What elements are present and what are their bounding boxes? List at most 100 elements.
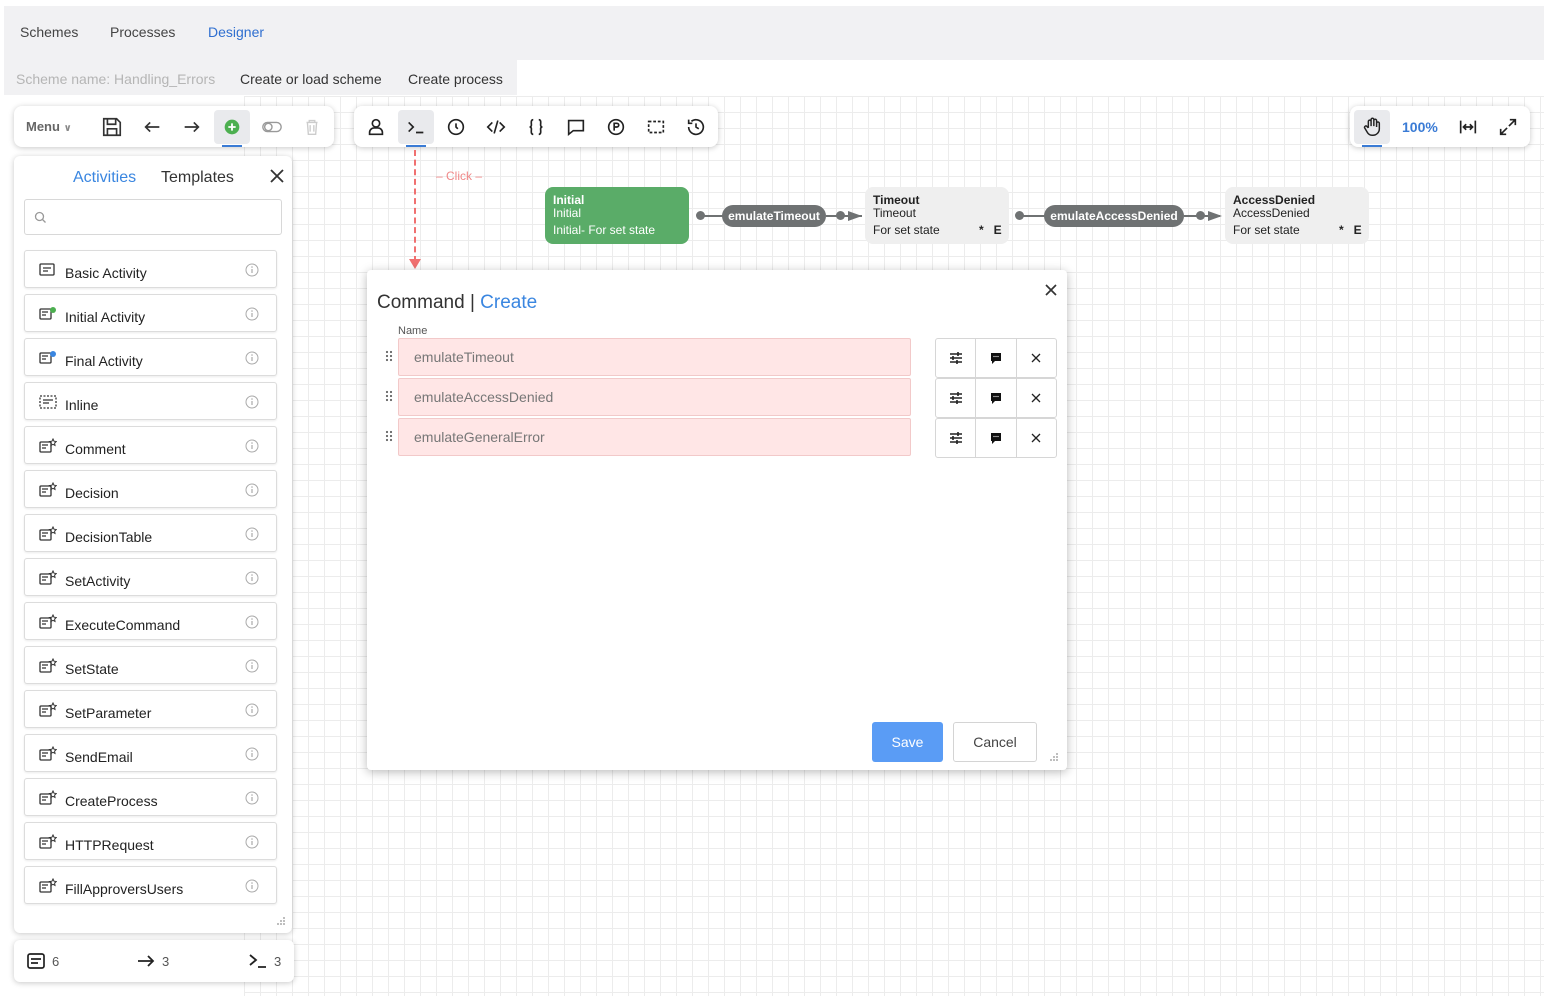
drag-handle-icon[interactable]: [385, 430, 393, 444]
drag-handle-icon[interactable]: [385, 350, 393, 364]
info-icon[interactable]: [245, 395, 259, 409]
state-timeout[interactable]: Timeout Timeout For set state * E: [865, 187, 1009, 244]
command-settings-button[interactable]: [936, 419, 977, 457]
scheme-name-label: Scheme name: Handling_Errors: [16, 71, 216, 87]
activity-item[interactable]: SetActivity: [24, 558, 277, 596]
info-icon[interactable]: [245, 439, 259, 453]
command-comment-button[interactable]: [976, 339, 1017, 377]
state-initial[interactable]: Initial Initial Initial- For set state: [545, 187, 689, 244]
command-name-input[interactable]: [398, 378, 911, 416]
code-icon: [486, 120, 506, 134]
transition-emulate-access-denied[interactable]: emulateAccessDenied: [1044, 205, 1184, 227]
activity-item[interactable]: DecisionTable: [24, 514, 277, 552]
comments-button[interactable]: [558, 110, 594, 144]
activity-item[interactable]: Initial Activity: [24, 294, 277, 332]
command-delete-button[interactable]: [1017, 379, 1056, 417]
activity-item[interactable]: SendEmail: [24, 734, 277, 772]
fit-width-button[interactable]: [1450, 110, 1486, 144]
tab-activities[interactable]: Activities: [73, 169, 136, 187]
selection-button[interactable]: [638, 110, 674, 144]
save-scheme-button[interactable]: [94, 110, 130, 144]
activity-item[interactable]: ExecuteCommand: [24, 602, 277, 640]
process-parameters-button[interactable]: [598, 110, 634, 144]
command-name-input[interactable]: [398, 338, 911, 376]
fullscreen-button[interactable]: [1490, 110, 1526, 144]
activity-item-label: HTTPRequest: [65, 837, 154, 853]
info-icon[interactable]: [245, 879, 259, 893]
command-delete-button[interactable]: [1017, 419, 1056, 457]
info-icon[interactable]: [245, 571, 259, 585]
redo-button[interactable]: [174, 110, 210, 144]
nav-tab-processes[interactable]: Processes: [110, 24, 175, 40]
info-icon[interactable]: [245, 747, 259, 761]
transition-mid-dot: [836, 211, 845, 220]
info-icon[interactable]: [245, 483, 259, 497]
command-settings-button[interactable]: [936, 339, 977, 377]
command-settings-button[interactable]: [936, 379, 977, 417]
pan-mode-button[interactable]: [1354, 110, 1390, 147]
info-icon[interactable]: [245, 835, 259, 849]
activities-panel: Activities Templates Basic Activity Initi…: [14, 156, 292, 933]
activity-item[interactable]: Inline: [24, 382, 277, 420]
toggle-button[interactable]: [254, 110, 290, 144]
dashed-rectangle-icon: [647, 120, 665, 134]
info-icon[interactable]: [245, 615, 259, 629]
nav-tab-designer[interactable]: Designer: [208, 24, 264, 40]
plus-circle-icon: [224, 119, 240, 135]
info-icon[interactable]: [245, 659, 259, 673]
parameters-button[interactable]: [518, 110, 554, 144]
close-icon[interactable]: [268, 167, 286, 185]
history-button[interactable]: [678, 110, 714, 144]
activity-search-input[interactable]: [24, 199, 282, 235]
custom-activity-icon: [39, 790, 57, 805]
commands-button[interactable]: [398, 110, 434, 147]
activity-item[interactable]: Basic Activity: [24, 250, 277, 288]
drag-handle-icon[interactable]: [385, 390, 393, 404]
fit-width-icon: [1459, 120, 1477, 134]
state-subtitle: AccessDenied: [1233, 206, 1310, 220]
command-delete-button[interactable]: [1017, 339, 1056, 377]
close-icon[interactable]: [1043, 282, 1059, 298]
info-icon[interactable]: [245, 307, 259, 321]
info-icon[interactable]: [245, 791, 259, 805]
activity-item[interactable]: Final Activity: [24, 338, 277, 376]
actors-button[interactable]: [358, 110, 394, 144]
activity-item[interactable]: Decision: [24, 470, 277, 508]
sliders-icon: [949, 432, 962, 444]
activity-item[interactable]: FillApproversUsers: [24, 866, 277, 904]
code-actions-button[interactable]: [478, 110, 514, 144]
resize-grip-icon[interactable]: [1049, 752, 1059, 762]
create-process-link[interactable]: Create process: [408, 71, 503, 87]
add-element-button[interactable]: [214, 110, 250, 147]
delete-button[interactable]: [294, 110, 330, 144]
tab-templates[interactable]: Templates: [161, 169, 234, 187]
element-toolbar: [354, 106, 718, 147]
state-access-denied[interactable]: AccessDenied AccessDenied For set state …: [1225, 187, 1369, 244]
info-icon[interactable]: [245, 263, 259, 277]
activity-item[interactable]: HTTPRequest: [24, 822, 277, 860]
command-name-input[interactable]: [398, 418, 911, 456]
transition-emulate-timeout[interactable]: emulateTimeout: [722, 205, 826, 227]
timers-button[interactable]: [438, 110, 474, 144]
activity-item[interactable]: SetState: [24, 646, 277, 684]
zoom-level[interactable]: 100%: [1402, 119, 1438, 135]
command-comment-button[interactable]: [976, 379, 1017, 417]
activity-item[interactable]: SetParameter: [24, 690, 277, 728]
activity-icon: [27, 953, 45, 969]
command-comment-button[interactable]: [976, 419, 1017, 457]
cancel-button[interactable]: Cancel: [953, 722, 1037, 762]
menu-button[interactable]: Menu ∨: [26, 119, 72, 134]
create-or-load-scheme-link[interactable]: Create or load scheme: [240, 71, 382, 87]
info-icon[interactable]: [245, 703, 259, 717]
user-icon: [368, 118, 384, 136]
nav-tab-schemes[interactable]: Schemes: [20, 24, 78, 40]
command-dialog: Command | Create Name Save Cancel: [367, 270, 1067, 770]
close-icon: [1031, 393, 1041, 403]
info-icon[interactable]: [245, 527, 259, 541]
undo-button[interactable]: [134, 110, 170, 144]
activity-item[interactable]: Comment: [24, 426, 277, 464]
info-icon[interactable]: [245, 351, 259, 365]
save-button[interactable]: Save: [872, 722, 943, 762]
resize-grip-icon[interactable]: [276, 916, 286, 926]
activity-item[interactable]: CreateProcess: [24, 778, 277, 816]
